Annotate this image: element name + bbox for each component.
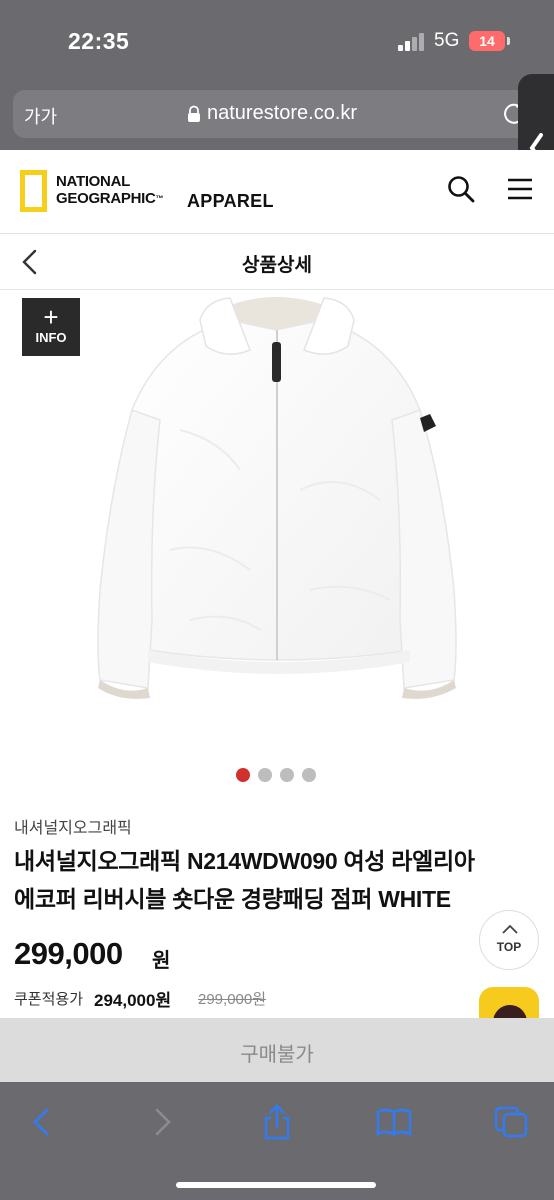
logo-tm: ™ [155, 194, 164, 203]
info-label: INFO [35, 330, 67, 345]
browser-address-area: 가가 naturestore.co.kr [0, 82, 554, 150]
product-name-line2: 에코퍼 리버시블 숏다운 경량패딩 점퍼 WHITE [14, 886, 451, 912]
coupon-price-label: 쿠폰적용가 [14, 991, 84, 1008]
logo[interactable]: NATIONAL GEOGRAPHIC™ [56, 173, 164, 207]
menu-icon[interactable] [506, 176, 534, 202]
scroll-top-button[interactable]: TOP [479, 910, 539, 970]
coupon-price: 294,000원 [94, 991, 172, 1010]
price-unit: 원 [152, 950, 171, 972]
search-icon[interactable] [446, 174, 476, 204]
original-price: 299,000원 [198, 991, 267, 1008]
product-brand[interactable]: 내셔널지오그래픽 [14, 814, 132, 838]
purchase-button-label: 구매불가 [240, 1044, 314, 1066]
info-button[interactable]: + INFO [22, 298, 80, 356]
chevron-up-icon [502, 924, 518, 934]
carousel-dot[interactable] [280, 768, 294, 782]
product-name-line1: 내셔널지오그래픽 N214WDW090 여성 라엘리아 [14, 848, 475, 874]
product-image[interactable] [0, 290, 554, 750]
logo-line2: GEOGRAPHIC [56, 190, 156, 207]
carousel-dot[interactable] [236, 768, 250, 782]
home-indicator [176, 1182, 376, 1188]
purchase-button[interactable]: 구매불가 [0, 1018, 554, 1082]
network-label: 5G [434, 30, 460, 51]
tabs-icon[interactable] [492, 1102, 532, 1142]
share-icon[interactable] [257, 1102, 297, 1142]
text-size-button[interactable]: 가가 [24, 103, 57, 129]
status-time: 22:35 [68, 28, 130, 54]
browser-forward-icon[interactable] [142, 1102, 182, 1142]
scroll-top-label: TOP [496, 940, 522, 954]
page-title: 상품상세 [242, 255, 312, 276]
logo-frame-icon[interactable] [20, 170, 47, 212]
battery-icon: 14 [469, 31, 505, 51]
product-price: 299,000 [14, 936, 123, 971]
carousel-dot[interactable] [302, 768, 316, 782]
plus-icon: + [43, 302, 59, 332]
bookmarks-icon[interactable] [374, 1102, 414, 1142]
jacket-illustration [97, 297, 457, 699]
product-name: 내셔널지오그래픽 N214WDW090 여성 라엘리아 에코퍼 리버시블 숏다운… [14, 842, 544, 918]
signal-icon [398, 33, 426, 51]
section-label[interactable]: APPAREL [187, 191, 274, 212]
browser-back-icon[interactable] [22, 1102, 62, 1142]
address-bar[interactable]: 가가 naturestore.co.kr [13, 90, 543, 138]
logo-line1: NATIONAL [56, 173, 130, 190]
site-header: NATIONAL GEOGRAPHIC™ APPAREL [0, 150, 554, 234]
url-text[interactable]: naturestore.co.kr [207, 102, 357, 125]
lock-icon [188, 105, 200, 122]
battery-tip [507, 37, 510, 45]
status-bar: 22:35 5G 14 [0, 0, 554, 82]
carousel-dot[interactable] [258, 768, 272, 782]
page-title-bar: 상품상세 [0, 234, 554, 290]
